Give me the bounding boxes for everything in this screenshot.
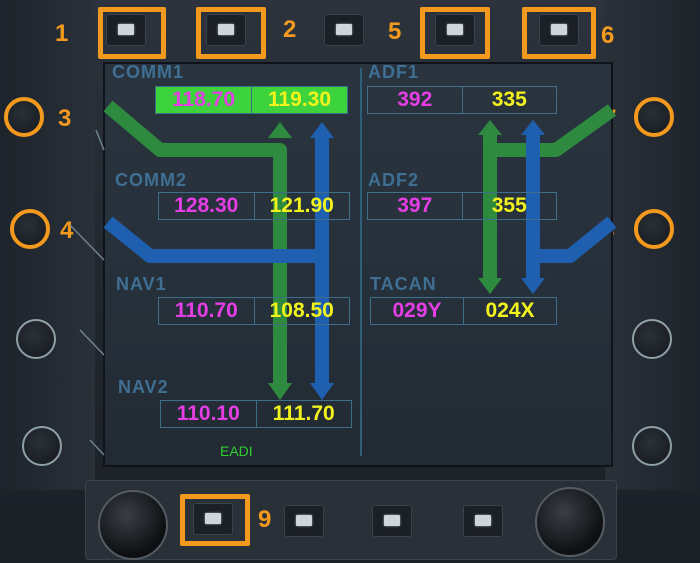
adf2-standby-freq: 355: [461, 193, 557, 219]
adf2-label: ADF2: [368, 170, 420, 190]
tacan-active-channel: 029Y: [392, 299, 442, 322]
adf1-standby-freq: 335: [461, 87, 557, 113]
nav2-standby-freq: 111.70: [255, 401, 352, 427]
left-rotary-knob[interactable]: [98, 490, 168, 560]
adf1-label: ADF1: [368, 62, 420, 82]
comm1-label: COMM1: [112, 62, 184, 82]
nav2-freq-box[interactable]: 110.10 111.70: [160, 400, 352, 428]
eadi-label: EADI: [220, 443, 253, 459]
tacan-freq-box[interactable]: 029Y 024X: [370, 297, 557, 325]
comm2-standby-freq: 121.90: [253, 193, 350, 219]
comm1-freq-box[interactable]: 118.70 119.30: [155, 86, 348, 114]
adf2-freq-box[interactable]: 397 355: [367, 192, 557, 220]
bottom-button-3[interactable]: [372, 505, 412, 537]
tacan-standby-channel: 024X: [463, 298, 556, 324]
comm2-freq-box[interactable]: 128.30 121.90: [158, 192, 350, 220]
adf2-active-freq: 397: [397, 194, 433, 217]
comm2-label: COMM2: [115, 170, 187, 190]
bottom-button-2[interactable]: [284, 505, 324, 537]
right-rotary-knob[interactable]: [535, 487, 605, 557]
comm1-standby-freq: 119.30: [251, 87, 347, 113]
nav1-label: NAV1: [116, 274, 167, 294]
routing-paths: [69, 100, 617, 456]
adf1-freq-box[interactable]: 392 335: [367, 86, 557, 114]
highlight-9: [180, 494, 250, 546]
callout-9: 9: [258, 506, 272, 533]
nav1-freq-box[interactable]: 110.70 108.50: [158, 297, 350, 325]
screen-divider: [360, 68, 362, 456]
comm1-active-freq: 118.70: [171, 88, 236, 111]
nav2-active-freq: 110.10: [176, 402, 240, 425]
nav1-standby-freq: 108.50: [253, 298, 350, 324]
comm2-active-freq: 128.30: [174, 194, 239, 217]
adf1-active-freq: 392: [397, 88, 433, 111]
tacan-label: TACAN: [370, 274, 437, 294]
nav1-active-freq: 110.70: [174, 299, 238, 322]
bottom-button-4[interactable]: [463, 505, 503, 537]
nav2-label: NAV2: [118, 377, 169, 397]
